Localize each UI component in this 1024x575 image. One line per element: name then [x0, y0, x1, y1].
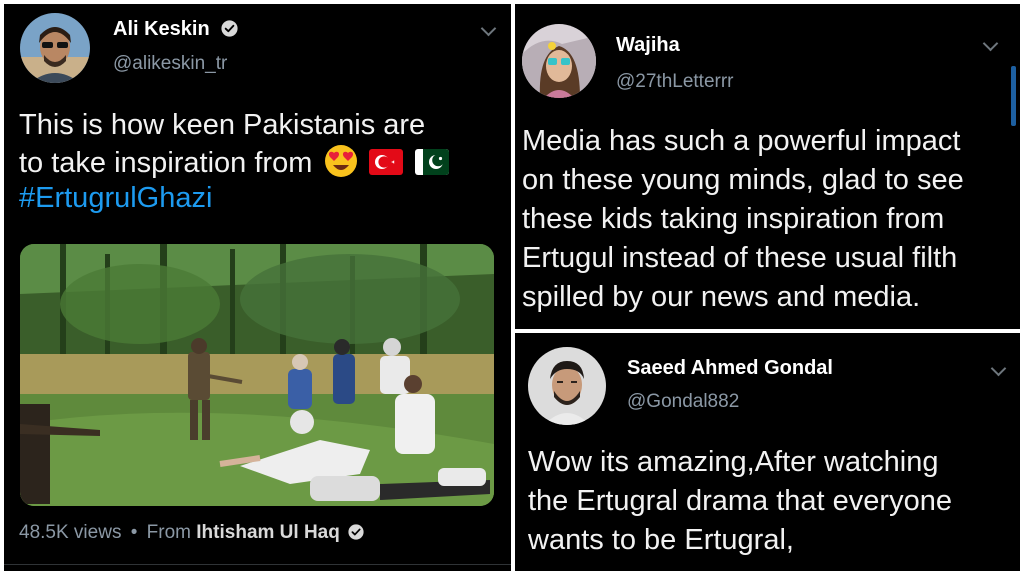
video-scene-image [20, 244, 494, 506]
tweet-text-line: wants to be Ertugral, [528, 524, 794, 556]
tweet-text-line: on these young minds, glad to see [522, 164, 964, 196]
user-name[interactable]: Saeed Ahmed Gondal [627, 357, 833, 380]
tweet-text-fragment: to take inspiration from [19, 146, 313, 179]
avatar-wajiha[interactable] [522, 24, 596, 98]
tweet-card-saeed-ahmed-gondal: Saeed Ahmed Gondal @Gondal882 Wow its am… [515, 333, 1020, 571]
avatar-saeed-ahmed-gondal[interactable] [528, 347, 606, 425]
tweet-text-line: spilled by our news and media. [522, 281, 921, 313]
tweet-text: This is how keen Pakistanis are to take … [19, 108, 499, 217]
avatar-ali-keskin[interactable] [20, 13, 90, 83]
tweet-text-line: Wow its amazing,After watching [528, 446, 939, 478]
video-thumbnail[interactable] [20, 244, 494, 506]
verified-badge-icon [221, 20, 238, 37]
video-meta: 48.5K views • From Ihtisham Ul Haq [19, 522, 364, 544]
user-name-text[interactable]: Ali Keskin [113, 18, 210, 40]
tweet-text-line: This is how keen Pakistanis are [19, 109, 426, 141]
verified-badge-icon [348, 524, 364, 540]
from-label: From [146, 522, 191, 543]
tweet-text: Media has such a powerful impact on thes… [522, 122, 1017, 317]
tweet-text-line: to take inspiration from [19, 144, 499, 182]
tweet-text-line: these kids taking inspiration from [522, 203, 945, 235]
tweet-text-line: Ertugul instead of these usual filth [522, 242, 958, 274]
chevron-down-icon[interactable] [990, 360, 1007, 377]
tweet-text-line: Media has such a powerful impact [522, 125, 961, 157]
tweet-card-wajiha: Wajiha @27thLetterrr Media has such a po… [515, 4, 1020, 329]
tweet-text-line: the Ertugral drama that everyone [528, 485, 952, 517]
chevron-down-icon[interactable] [480, 20, 497, 37]
user-handle[interactable]: @Gondal882 [627, 391, 739, 413]
user-handle[interactable]: @27thLetterrr [616, 71, 734, 93]
tweet-text: Wow its amazing,After watching the Ertug… [528, 443, 1018, 560]
user-name[interactable]: Ali Keskin [113, 18, 238, 41]
scrollbar[interactable] [1011, 66, 1016, 126]
chevron-down-icon[interactable] [982, 35, 999, 52]
user-name[interactable]: Wajiha [616, 34, 680, 57]
turkey-flag-icon [369, 148, 404, 175]
tweet-card-ali-keskin: Ali Keskin @alikeskin_tr This is how kee… [4, 4, 511, 571]
meta-separator: • [130, 522, 138, 543]
hashtag-link[interactable]: #ErtugrulGhazi [19, 181, 499, 217]
source-user-link[interactable]: Ihtisham Ul Haq [196, 522, 340, 543]
user-handle[interactable]: @alikeskin_tr [113, 53, 227, 75]
view-count: 48.5K views [19, 522, 122, 543]
divider [4, 564, 511, 565]
pakistan-flag-icon [414, 148, 449, 175]
heart-eyes-emoji-icon [325, 144, 358, 177]
